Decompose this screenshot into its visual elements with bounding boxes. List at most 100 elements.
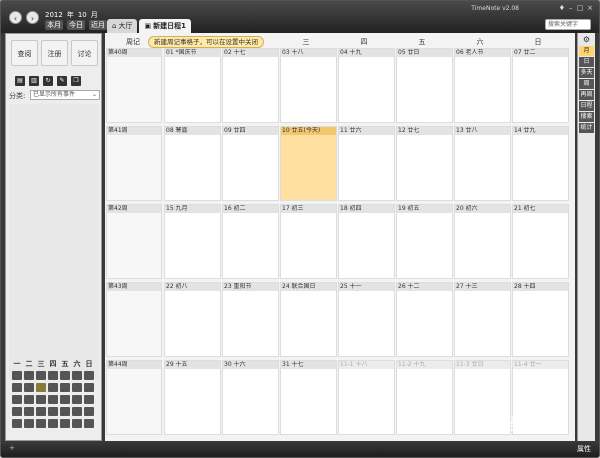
day-cell[interactable]: 26 十二 [396, 282, 453, 357]
day-cell[interactable]: 24 联合国日 [280, 282, 337, 357]
mini-day[interactable] [48, 371, 58, 380]
add-icon[interactable]: + [9, 444, 15, 452]
mini-day[interactable] [24, 383, 34, 392]
mini-day[interactable] [84, 383, 94, 392]
mini-day[interactable] [60, 371, 70, 380]
view-button-0[interactable]: 月 [579, 46, 594, 56]
day-cell[interactable]: 31 十七 [280, 360, 337, 435]
day-cell[interactable]: 21 初七 [512, 204, 569, 279]
year-select[interactable]: 2012 [45, 10, 63, 20]
mini-day[interactable] [60, 395, 70, 404]
mini-day[interactable] [72, 383, 82, 392]
mini-day[interactable] [12, 407, 22, 416]
mini-day[interactable] [84, 371, 94, 380]
tab-hall[interactable]: ⌂大厅 [107, 19, 137, 33]
save-icon[interactable]: ▥ [29, 76, 39, 86]
week-cell[interactable]: 第40周 [106, 48, 162, 123]
mini-day[interactable] [84, 395, 94, 404]
next-month-button[interactable]: › [26, 11, 39, 24]
view-button-1[interactable]: 日 [579, 57, 594, 67]
this-month-button[interactable]: 本月 [45, 20, 63, 30]
mini-day[interactable] [24, 419, 34, 428]
view-button[interactable]: 查阅 [11, 40, 38, 66]
day-cell[interactable]: 27 十三 [454, 282, 511, 357]
month-select[interactable]: 10 [78, 10, 87, 20]
minimize-icon[interactable]: – [569, 4, 573, 12]
week-cell[interactable]: 第42周 [106, 204, 162, 279]
day-cell[interactable]: 01 *国庆节 [164, 48, 221, 123]
view-button-7[interactable]: 统计 [579, 123, 594, 133]
day-cell[interactable]: 11-2 十九 [396, 360, 453, 435]
prev-month-button[interactable]: ‹ [9, 11, 22, 24]
view-button-6[interactable]: 搜索 [579, 112, 594, 122]
mini-day[interactable] [60, 383, 70, 392]
mini-day[interactable] [24, 407, 34, 416]
day-cell[interactable]: 03 十八 [280, 48, 337, 123]
mini-day[interactable] [12, 419, 22, 428]
view-button-2[interactable]: 多天 [579, 68, 594, 78]
day-cell[interactable]: 04 十九 [338, 48, 395, 123]
day-cell[interactable]: 18 初四 [338, 204, 395, 279]
mini-day[interactable] [72, 395, 82, 404]
share-icon[interactable]: ↻ [43, 76, 53, 86]
day-cell[interactable]: 28 十四 [512, 282, 569, 357]
search-input[interactable]: 搜索关键字 [545, 19, 591, 30]
day-cell[interactable]: 25 十一 [338, 282, 395, 357]
week-cell[interactable]: 第44周 [106, 360, 162, 435]
day-cell[interactable]: 30 十六 [222, 360, 279, 435]
view-button-4[interactable]: 再周 [579, 90, 594, 100]
day-cell[interactable]: 06 老人节 [454, 48, 511, 123]
mini-day[interactable] [48, 383, 58, 392]
day-cell[interactable]: 11 廿六 [338, 126, 395, 201]
mini-day[interactable] [60, 419, 70, 428]
mini-day[interactable] [12, 395, 22, 404]
day-cell[interactable]: 14 廿九 [512, 126, 569, 201]
mini-day[interactable] [48, 395, 58, 404]
day-cell[interactable]: 16 初二 [222, 204, 279, 279]
day-cell[interactable]: 08 寒露 [164, 126, 221, 201]
day-cell[interactable]: 20 初六 [454, 204, 511, 279]
mini-day[interactable] [60, 407, 70, 416]
view-button-3[interactable]: 周 [579, 79, 594, 89]
day-cell[interactable]: 05 廿日 [396, 48, 453, 123]
copy-icon[interactable]: ❐ [71, 76, 81, 86]
mini-day[interactable] [72, 371, 82, 380]
mini-day[interactable] [24, 371, 34, 380]
week-cell[interactable]: 第43周 [106, 282, 162, 357]
day-cell[interactable]: 13 廿八 [454, 126, 511, 201]
folder-icon[interactable]: ▤ [15, 76, 25, 86]
maximize-icon[interactable]: □ [577, 4, 584, 12]
day-cell[interactable]: 07 廿二 [512, 48, 569, 123]
day-cell[interactable]: 23 重阳节 [222, 282, 279, 357]
close-icon[interactable]: × [587, 4, 593, 12]
day-cell[interactable]: 17 初三 [280, 204, 337, 279]
mini-day[interactable] [72, 419, 82, 428]
discuss-button[interactable]: 讨论 [71, 40, 98, 66]
day-cell[interactable]: 15 九月 [164, 204, 221, 279]
mini-day[interactable] [36, 419, 46, 428]
day-cell[interactable]: 29 十五 [164, 360, 221, 435]
day-cell[interactable]: 11-1 十八 [338, 360, 395, 435]
mini-day[interactable] [72, 407, 82, 416]
recent-month-button[interactable]: 近月 [89, 20, 107, 30]
day-cell[interactable]: 02 十七 [222, 48, 279, 123]
today-button[interactable]: 今日 [67, 20, 85, 30]
mini-day[interactable] [36, 395, 46, 404]
mini-day[interactable] [84, 407, 94, 416]
register-button[interactable]: 注册 [41, 40, 68, 66]
mini-day[interactable] [36, 371, 46, 380]
mini-day[interactable] [12, 383, 22, 392]
day-cell[interactable]: 09 廿四 [222, 126, 279, 201]
gear-icon[interactable]: ⚙ [579, 35, 594, 45]
tab-new-schedule[interactable]: ▣新建日程1 [139, 19, 191, 33]
mini-day[interactable] [36, 383, 46, 392]
view-button-5[interactable]: 日程 [579, 101, 594, 111]
edit-icon[interactable]: ✎ [57, 76, 67, 86]
mini-day[interactable] [24, 395, 34, 404]
skin-icon[interactable]: ♦ [559, 4, 565, 12]
mini-day[interactable] [84, 419, 94, 428]
mini-day[interactable] [36, 407, 46, 416]
mini-day[interactable] [48, 419, 58, 428]
mini-day[interactable] [12, 371, 22, 380]
day-cell[interactable]: 19 初五 [396, 204, 453, 279]
